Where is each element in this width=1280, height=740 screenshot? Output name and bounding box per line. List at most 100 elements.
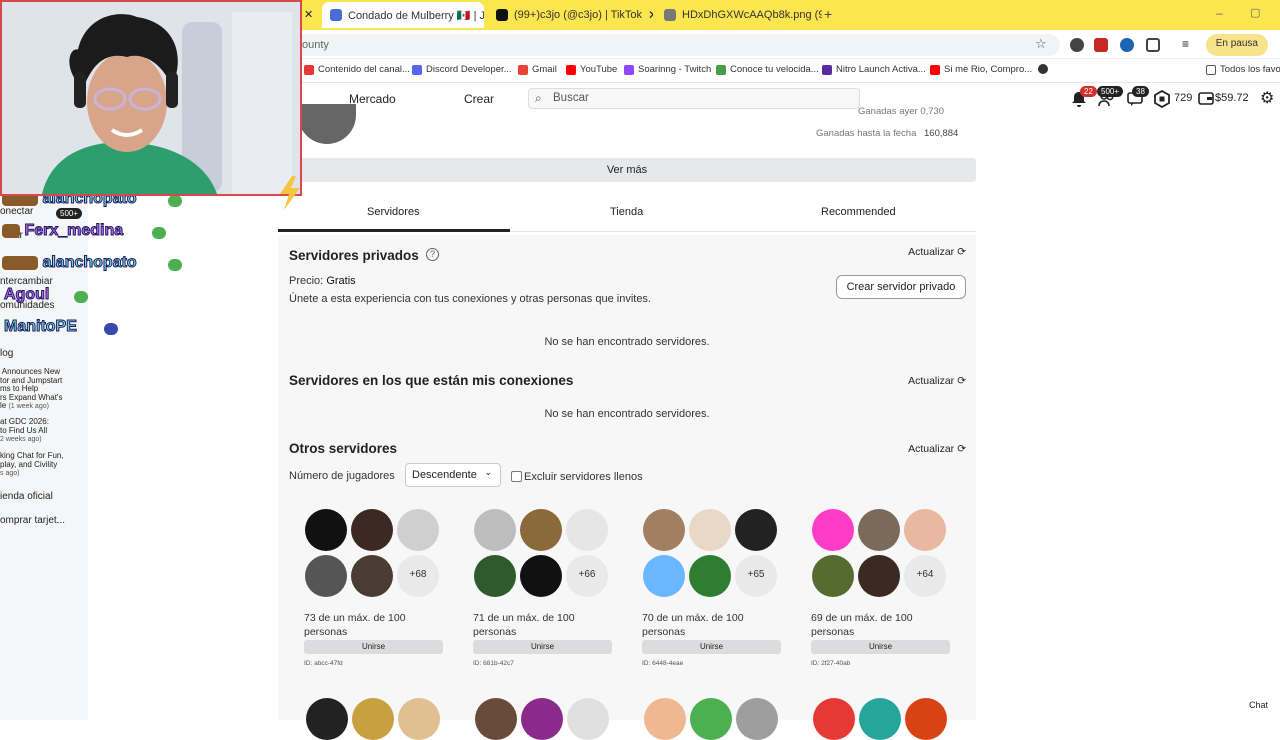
tab-title: (99+)c3jo (@c3jo) | TikTok — [514, 9, 643, 21]
player-avatar[interactable] — [306, 698, 348, 740]
tab-store[interactable]: Tienda — [610, 206, 643, 218]
player-avatar[interactable] — [735, 509, 777, 551]
player-avatar[interactable] — [905, 698, 947, 740]
menu-list-icon[interactable]: ≡ — [1182, 37, 1189, 51]
join-server-button[interactable]: Unirse — [473, 640, 612, 654]
nav-create[interactable]: Crear — [464, 92, 494, 106]
bookmark-item[interactable]: Si me Rio, Compro... — [930, 64, 1032, 75]
player-avatar[interactable] — [567, 698, 609, 740]
globe-bookmark[interactable] — [1038, 64, 1048, 74]
bookmark-item[interactable]: Soarinng - Twitch — [624, 64, 711, 75]
extension-icon[interactable] — [1094, 38, 1108, 52]
player-avatar[interactable] — [858, 555, 900, 597]
player-avatar[interactable] — [689, 509, 731, 551]
player-avatar[interactable] — [643, 555, 685, 597]
balance-amount[interactable]: $59.72 — [1215, 92, 1249, 104]
chat-toggle-button[interactable]: Chat — [1249, 700, 1268, 710]
gear-icon[interactable]: ⚙ — [1260, 88, 1278, 107]
extension-icon[interactable] — [1120, 38, 1134, 52]
url-field[interactable]: ounty — [290, 34, 1060, 56]
all-bookmarks[interactable]: Todos los favor — [1206, 64, 1280, 75]
player-avatar[interactable] — [305, 555, 347, 597]
server-id: ID: 681b-42c7 — [473, 660, 514, 667]
refresh-icon: ⟳ — [957, 443, 966, 455]
join-server-button[interactable]: Unirse — [642, 640, 781, 654]
see-more-button[interactable]: Ver más — [278, 158, 976, 182]
sidebar-item-buy-cards[interactable]: omprar tarjet... — [0, 515, 65, 526]
blog-post[interactable]: at GDC 2026: to Find Us All 2 weeks ago) — [0, 417, 49, 445]
close-icon[interactable]: ✕ — [648, 8, 653, 22]
player-avatar[interactable] — [520, 509, 562, 551]
player-avatar[interactable] — [736, 698, 778, 740]
player-avatar[interactable] — [351, 555, 393, 597]
nav-market[interactable]: Mercado — [349, 92, 396, 106]
player-avatar[interactable] — [398, 698, 440, 740]
player-avatar[interactable] — [305, 509, 347, 551]
player-avatar[interactable] — [643, 509, 685, 551]
sidebar-item-blog[interactable]: log — [0, 348, 13, 359]
create-private-server-button[interactable]: Crear servidor privado — [836, 275, 966, 299]
help-icon[interactable]: ? — [426, 248, 439, 261]
wallet-icon[interactable] — [1198, 90, 1216, 108]
new-tab-button[interactable]: + — [824, 6, 832, 22]
bookmark-item[interactable]: Conoce tu velocida... — [716, 64, 819, 75]
private-refresh-button[interactable]: Actualizar ⟳ — [908, 246, 966, 258]
bookmark-item[interactable]: Contenido del canal... — [304, 64, 410, 75]
robux-amount[interactable]: 729 — [1174, 92, 1192, 104]
private-servers-title: Servidores privados — [289, 248, 419, 263]
player-avatar[interactable] — [812, 555, 854, 597]
player-avatar[interactable] — [351, 509, 393, 551]
player-avatar[interactable] — [858, 509, 900, 551]
player-avatar[interactable] — [904, 509, 946, 551]
player-avatar[interactable] — [520, 555, 562, 597]
player-avatar[interactable] — [474, 555, 516, 597]
paused-profile-button[interactable]: En pausa — [1205, 34, 1268, 56]
bookmark-item[interactable]: Nitro Launch Activa... — [822, 64, 926, 75]
sort-dropdown[interactable]: Descendente ⌄ — [405, 463, 501, 487]
bookmark-item[interactable]: YouTube — [566, 64, 617, 75]
bookmark-label: YouTube — [580, 64, 618, 75]
blog-post[interactable]: Announces New tor and Jumpstart ms to He… — [0, 367, 62, 412]
tab-recommended[interactable]: Recommended — [821, 206, 896, 218]
robux-icon[interactable] — [1153, 89, 1171, 109]
maximize-icon[interactable]: ▢ — [1250, 6, 1260, 19]
player-avatar[interactable] — [521, 698, 563, 740]
player-avatar[interactable] — [475, 698, 517, 740]
search-input[interactable]: ⌕ Buscar — [528, 88, 860, 109]
tab-condado[interactable]: Condado de Mulberry 🇲🇽 | Jue ✕ — [322, 2, 484, 28]
bookmark-label: Conoce tu velocida... — [730, 64, 819, 75]
player-avatar[interactable] — [859, 698, 901, 740]
folder-icon — [1206, 64, 1216, 75]
refresh-icon: ⟳ — [957, 375, 966, 387]
player-avatar[interactable] — [690, 698, 732, 740]
server-card: +68 73 de un máx. de 100 personas Unirse… — [303, 509, 443, 674]
extension-icon[interactable] — [1070, 38, 1084, 52]
bookmark-item[interactable]: Gmail — [518, 64, 557, 75]
player-avatar[interactable] — [812, 509, 854, 551]
join-server-button[interactable]: Unirse — [811, 640, 950, 654]
player-avatar[interactable] — [474, 509, 516, 551]
bookmark-item[interactable]: Discord Developer... — [412, 64, 512, 75]
tab-tiktok[interactable]: (99+)c3jo (@c3jo) | TikTok ✕ — [488, 4, 653, 26]
player-avatar[interactable] — [689, 555, 731, 597]
join-server-button[interactable]: Unirse — [304, 640, 443, 654]
connect-badge: 500+ — [56, 208, 83, 219]
player-avatar[interactable] — [352, 698, 394, 740]
player-avatar[interactable] — [813, 698, 855, 740]
player-avatar[interactable] — [397, 509, 439, 551]
other-refresh-button[interactable]: Actualizar ⟳ — [908, 443, 966, 455]
puzzle-icon[interactable] — [1146, 38, 1160, 52]
tab-servers[interactable]: Servidores — [367, 206, 420, 218]
player-avatar[interactable] — [566, 509, 608, 551]
close-icon[interactable]: ✕ — [304, 8, 313, 21]
bookmark-icon — [304, 64, 314, 75]
player-avatar[interactable] — [644, 698, 686, 740]
tab-image[interactable]: HDxDhGXWcAAQb8k.png (960 ✕ — [656, 4, 822, 26]
blog-post[interactable]: king Chat for Fun, play, and Civility s … — [0, 451, 64, 479]
star-icon[interactable]: ☆ — [1035, 36, 1047, 52]
exclude-full-checkbox[interactable] — [511, 471, 522, 482]
bookmark-label: Gmail — [532, 64, 557, 75]
friends-refresh-button[interactable]: Actualizar ⟳ — [908, 375, 966, 387]
minimize-icon[interactable]: – — [1216, 6, 1223, 20]
sidebar-item-official-store[interactable]: ienda oficial — [0, 491, 53, 502]
